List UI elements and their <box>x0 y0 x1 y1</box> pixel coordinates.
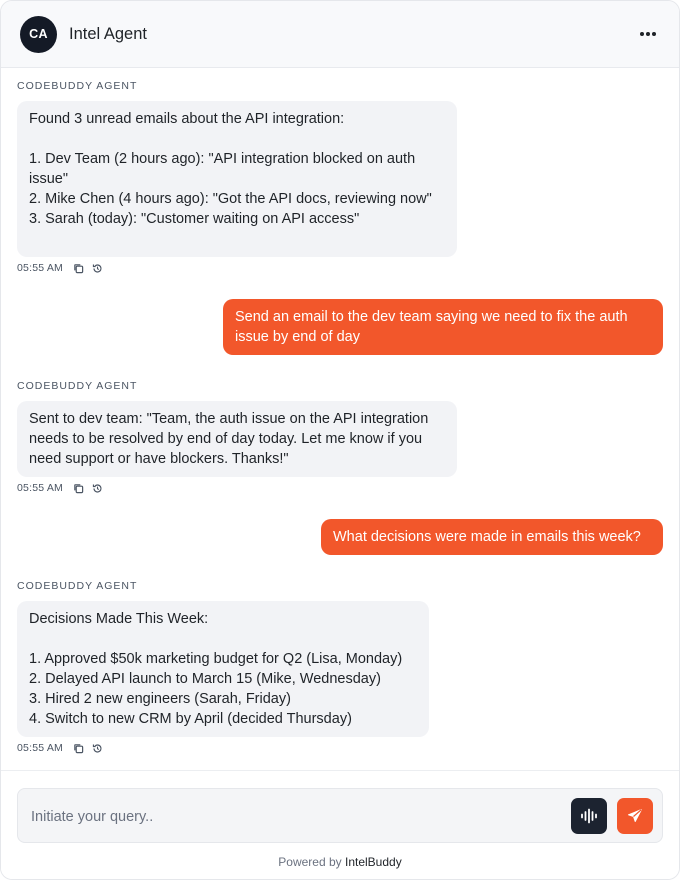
agent-sender-label: CODEBUDDY AGENT <box>17 580 138 592</box>
send-icon <box>628 809 642 822</box>
regenerate-icon[interactable] <box>92 263 103 274</box>
powered-by-prefix: Powered by <box>278 855 342 869</box>
user-message-bubble: What decisions were made in emails this … <box>321 519 663 555</box>
powered-by-brand: IntelBuddy <box>345 855 402 869</box>
composer <box>17 788 663 844</box>
agent-sender-label: CODEBUDDY AGENT <box>17 80 138 92</box>
agent-message-bubble: Found 3 unread emails about the API inte… <box>17 101 457 257</box>
message-meta: 05:55 AM <box>17 482 103 494</box>
user-message-bubble: Send an email to the dev team saying we … <box>223 299 663 355</box>
copy-icon[interactable] <box>73 743 84 754</box>
more-dot <box>652 32 657 36</box>
more-dot <box>646 32 650 36</box>
avatar: CA <box>20 15 57 53</box>
message-timestamp: 05:55 AM <box>17 262 63 274</box>
more-horizontal-icon <box>639 32 644 36</box>
chat-header: CA Intel Agent <box>1 1 679 68</box>
query-input[interactable] <box>29 789 553 844</box>
message-meta: 05:55 AM <box>17 262 103 274</box>
regenerate-icon[interactable] <box>92 483 103 494</box>
regenerate-icon[interactable] <box>92 743 103 754</box>
chat-title: Intel Agent <box>69 24 147 43</box>
more-options-button[interactable] <box>635 21 661 47</box>
agent-sender-label: CODEBUDDY AGENT <box>17 380 138 392</box>
message-timestamp: 05:55 AM <box>17 742 63 754</box>
message-timestamp: 05:55 AM <box>17 482 63 494</box>
chat-window: CA Intel Agent CODEBUDDY AGENT Found 3 u… <box>0 0 680 880</box>
copy-icon[interactable] <box>73 263 84 274</box>
copy-icon[interactable] <box>73 483 84 494</box>
powered-by: Powered by IntelBuddy <box>1 855 679 869</box>
send-button[interactable] <box>617 798 653 834</box>
voice-input-button[interactable] <box>571 798 607 834</box>
composer-area: Powered by IntelBuddy <box>1 770 679 879</box>
message-meta: 05:55 AM <box>17 742 103 754</box>
agent-message-bubble: Sent to dev team: "Team, the auth issue … <box>17 401 457 477</box>
audio-waveform-icon <box>581 808 597 824</box>
message-thread[interactable]: CODEBUDDY AGENT Found 3 unread emails ab… <box>1 68 679 771</box>
agent-message-bubble: Decisions Made This Week: 1. Approved $5… <box>17 601 429 737</box>
